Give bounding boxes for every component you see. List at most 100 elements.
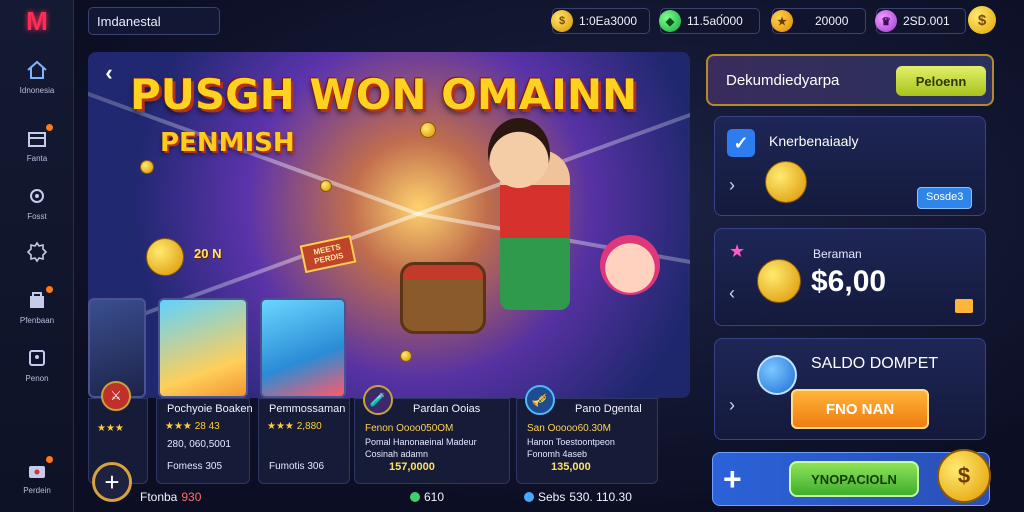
coin-icon: $: [977, 11, 987, 29]
bottom-stat: Sebs 530. 110.30: [524, 490, 632, 504]
bag-icon: [24, 456, 53, 482]
daily-claim-button[interactable]: Sosde3: [917, 187, 973, 209]
plus-icon[interactable]: +: [723, 461, 742, 498]
rating-stars: ★★★ 2,880: [267, 421, 322, 432]
panel-header-title: Dekumdiedyarpa: [726, 72, 840, 89]
gear-icon: [24, 184, 50, 208]
coin-icon: [765, 161, 807, 203]
hero-character-head: [488, 118, 550, 188]
sidebar-item-perdein[interactable]: Perdein: [0, 456, 74, 506]
coin-icon: $: [551, 10, 573, 32]
game-card-line: Fonomh 4aseb: [527, 449, 588, 459]
sidebar-item-penon[interactable]: Penon: [0, 346, 74, 394]
coin-icon: [140, 160, 154, 174]
game-card-value: 157,0000: [389, 461, 435, 473]
game-card-value: Fumotis 306: [269, 461, 325, 472]
sidebar-item-label: Fosst: [27, 212, 47, 221]
game-card-line: Pomal Hanonaeinal Madeur: [365, 437, 477, 447]
gem-icon: ◆: [659, 10, 681, 32]
balance-card[interactable]: ★ Beraman ‹ $6,00: [714, 228, 986, 326]
chevron-right-icon[interactable]: ›: [729, 175, 735, 196]
lock-icon: [24, 346, 50, 370]
game-card-line: 280, 060,5001: [167, 439, 231, 450]
sidebar-item-label: Penon: [25, 374, 49, 383]
game-card-value: 135,000: [551, 461, 591, 473]
game-card-art[interactable]: [260, 298, 346, 398]
game-card[interactable]: Pemmossaman ★★★ 2,880 Fumotis 306: [258, 398, 350, 484]
chevron-left-icon[interactable]: ‹: [729, 283, 735, 304]
sidebar-item-store[interactable]: Pfenbaan: [0, 286, 74, 336]
crown-icon: ♛: [875, 10, 897, 32]
currency-value: 1:0Ea3000: [579, 14, 638, 28]
game-card[interactable]: Pochyoie Boaken ★★★ 28 43 280, 060,5001 …: [156, 398, 253, 484]
panel-header-button[interactable]: Peloenn: [896, 66, 986, 96]
banner-subheadline: PENMISH: [160, 128, 295, 158]
game-card-title: Pemmossaman: [269, 403, 346, 415]
rating-stars: ★★★: [97, 423, 124, 434]
search-input[interactable]: Imdanestal: [88, 7, 220, 35]
wallet-title: SALDO DOMPET: [811, 355, 939, 372]
app-logo[interactable]: M: [20, 6, 54, 36]
gem-icon: [524, 492, 534, 502]
currency-value: 11.5a0́000: [687, 14, 743, 28]
sidebar-item-label: Perdein: [23, 486, 51, 495]
coin-icon: [757, 259, 801, 303]
game-card-line: Hanon Toestoontpeon: [527, 437, 615, 447]
game-card[interactable]: 🎺 Pano Dgental San Ooooo60.30M Hanon Toe…: [516, 385, 658, 484]
sword-icon: ⚔: [101, 381, 131, 411]
currency-gems[interactable]: ◆ 11.5a0́000: [659, 8, 760, 34]
sidebar-item-home[interactable]: Idnonesia: [0, 58, 74, 106]
currency-value: 2SD.001: [903, 14, 950, 28]
check-icon: ✓: [727, 129, 755, 157]
wallet-card[interactable]: SALDO DOMPET › FNO NAN: [714, 338, 986, 440]
star-icon: ★: [729, 241, 746, 261]
rating-stars: ★★★ 28 43: [165, 421, 220, 432]
trophy-icon: ★: [771, 10, 793, 32]
banner-headline: PUSGH WON OMAINN: [130, 70, 638, 119]
game-card[interactable]: 🧪 Pardan Ooias Fenon Oooo050OM Pomal Han…: [354, 385, 510, 484]
sidebar-item-label: Idnonesia: [19, 86, 55, 95]
gem-icon: [410, 492, 420, 502]
sidebar-item-label: Fanta: [26, 154, 48, 163]
coin-icon[interactable]: $: [937, 449, 991, 503]
game-card-line: Fenon Oooo050OM: [365, 423, 454, 434]
sidebar-item-settings[interactable]: [0, 240, 74, 288]
sidebar: M Idnonesia Fanta Fosst Pfenbaan Penon P…: [0, 0, 74, 512]
game-card-title: Pochyoie Boaken: [167, 403, 253, 415]
sidebar-item-gift[interactable]: Fanta: [0, 124, 74, 174]
notification-dot: [46, 286, 53, 293]
sidebar-item-fosst[interactable]: Fosst: [0, 184, 74, 232]
back-arrow-icon[interactable]: ‹: [96, 60, 122, 86]
currency-value: 20000: [815, 14, 849, 28]
daily-reward-card[interactable]: ✓ Knerbenaiaaly › Sosde3: [714, 116, 986, 216]
sidekick-character: [600, 235, 660, 295]
game-card-value: Fomess 305: [167, 461, 223, 472]
notification-dot: [46, 124, 53, 131]
barrel-prop: [400, 262, 486, 334]
chevron-right-icon[interactable]: ›: [729, 395, 735, 416]
promo-button[interactable]: YNOPACIOLN: [789, 461, 919, 497]
game-card-title: Pardan Ooias: [413, 403, 481, 415]
wallet-icon: [757, 355, 797, 395]
gift-icon: [24, 124, 53, 150]
coin-icon: [400, 350, 412, 362]
potion-icon: 🧪: [363, 385, 393, 415]
currency-crown[interactable]: ♛ 2SD.001: [875, 8, 966, 34]
add-button[interactable]: +: [92, 462, 132, 502]
bottom-stat: Ftonba 930: [140, 490, 202, 504]
coin-shop-button[interactable]: $: [968, 6, 996, 34]
game-card-line: San Ooooo60.30M: [527, 423, 611, 434]
notification-dot: [46, 456, 53, 463]
coin-icon: [146, 238, 184, 276]
wallet-action-button[interactable]: FNO NAN: [791, 389, 929, 429]
store-icon: [24, 286, 53, 312]
coin-icon: [320, 180, 332, 192]
currency-trophy[interactable]: ★ 20000: [771, 8, 866, 34]
ticket-icon: [955, 299, 973, 313]
game-card-art[interactable]: [158, 298, 248, 398]
currency-coins[interactable]: $ 1:0Ea3000: [551, 8, 650, 34]
sidebar-item-label: Pfenbaan: [19, 316, 55, 325]
plus-icon: +: [104, 466, 120, 497]
banner-amount-tag: 20 N: [194, 246, 222, 261]
coin-icon: [420, 122, 436, 138]
